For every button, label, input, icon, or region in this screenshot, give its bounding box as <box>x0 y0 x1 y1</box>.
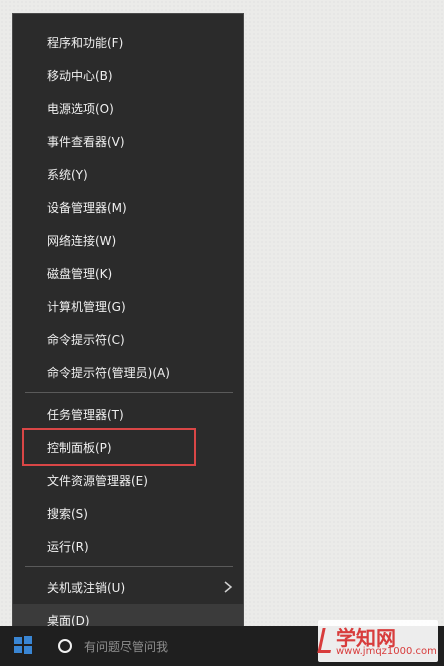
menu-item-event-viewer[interactable]: 事件查看器(V) <box>13 125 243 158</box>
menu-separator <box>25 566 233 567</box>
menu-item-file-explorer[interactable]: 文件资源管理器(E) <box>13 464 243 497</box>
menu-item-computer-management[interactable]: 计算机管理(G) <box>13 290 243 323</box>
menu-item-run[interactable]: 运行(R) <box>13 530 243 563</box>
menu-item-search[interactable]: 搜索(S) <box>13 497 243 530</box>
watermark-mark-icon <box>317 628 336 653</box>
control-panel-highlight-box <box>22 428 196 466</box>
menu-item-mobility-center[interactable]: 移动中心(B) <box>13 59 243 92</box>
menu-item-disk-management[interactable]: 磁盘管理(K) <box>13 257 243 290</box>
watermark-url: www.jmqz1000.com <box>336 646 437 657</box>
winx-context-menu: 程序和功能(F) 移动中心(B) 电源选项(O) 事件查看器(V) 系统(Y) … <box>12 13 244 639</box>
menu-item-task-manager[interactable]: 任务管理器(T) <box>13 398 243 431</box>
menu-item-programs-features[interactable]: 程序和功能(F) <box>13 26 243 59</box>
menu-item-device-manager[interactable]: 设备管理器(M) <box>13 191 243 224</box>
menu-separator <box>25 392 233 393</box>
menu-item-system[interactable]: 系统(Y) <box>13 158 243 191</box>
menu-item-shutdown-signout[interactable]: 关机或注销(U) <box>13 571 243 604</box>
chevron-right-icon <box>224 581 233 593</box>
menu-item-power-options[interactable]: 电源选项(O) <box>13 92 243 125</box>
menu-item-network-connections[interactable]: 网络连接(W) <box>13 224 243 257</box>
watermark-logo: 学知网 www.jmqz1000.com <box>317 620 438 662</box>
menu-item-command-prompt[interactable]: 命令提示符(C) <box>13 323 243 356</box>
cortana-icon[interactable] <box>58 639 72 653</box>
taskbar-search-input[interactable]: 有问题尽管问我 <box>84 638 168 655</box>
menu-item-command-prompt-admin[interactable]: 命令提示符(管理员)(A) <box>13 356 243 389</box>
windows-start-icon[interactable] <box>14 636 32 654</box>
